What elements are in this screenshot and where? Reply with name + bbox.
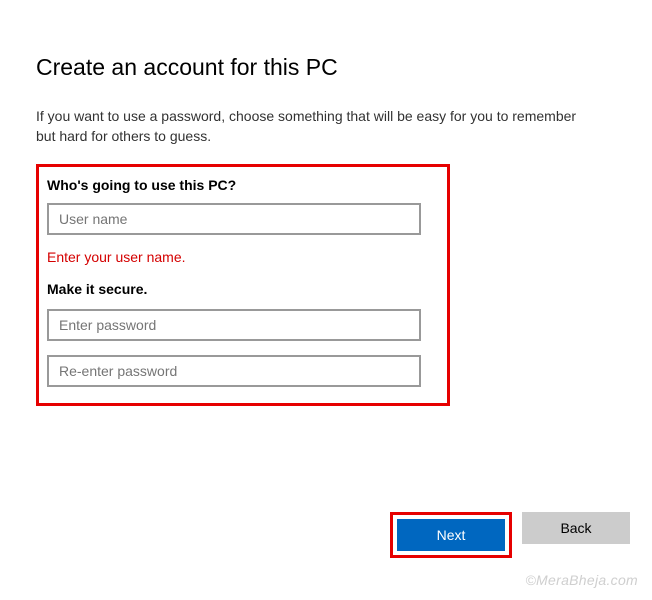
account-form-section: Who's going to use this PC? Enter your u… — [36, 164, 450, 406]
username-error: Enter your user name. — [47, 249, 439, 265]
next-button[interactable]: Next — [397, 519, 505, 551]
password-input[interactable] — [47, 309, 421, 341]
button-row: Next Back — [390, 512, 630, 558]
who-label: Who's going to use this PC? — [47, 177, 439, 193]
back-button[interactable]: Back — [522, 512, 630, 544]
username-input[interactable] — [47, 203, 421, 235]
repassword-input[interactable] — [47, 355, 421, 387]
secure-label: Make it secure. — [47, 281, 439, 297]
page-title: Create an account for this PC — [36, 54, 616, 81]
next-button-highlight: Next — [390, 512, 512, 558]
page-subtitle: If you want to use a password, choose so… — [36, 107, 596, 146]
watermark-text: ©MeraBheja.com — [525, 572, 638, 588]
